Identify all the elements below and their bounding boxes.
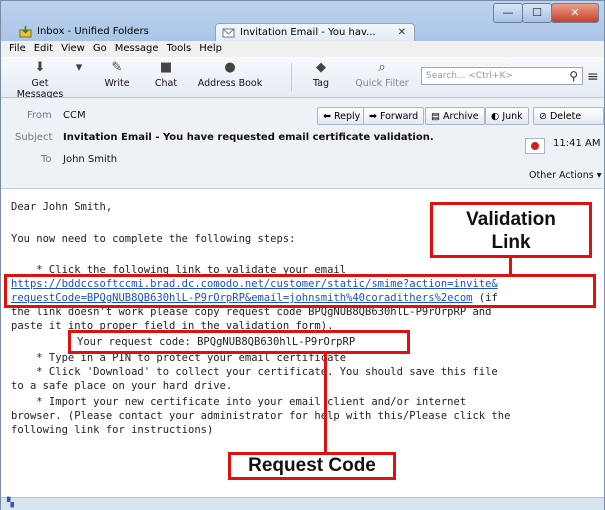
request-code-connector-line [324,352,327,454]
activity-icon: ▚ [7,498,14,508]
forward-button[interactable]: ➡ Forward [363,107,425,125]
step-import-text: * Import your new certificate into your … [11,396,467,408]
search-input[interactable]: Search... <Ctrl+K> ⚲ [421,67,583,85]
request-code-highlight [68,330,410,354]
chevron-down-icon: ▾ [596,170,602,181]
unread-dot-icon [531,142,539,150]
download-icon: ⬇ [34,60,46,75]
greeting-text: Dear John Smith, [11,201,113,213]
search-placeholder: Search... <Ctrl+K> [426,71,513,81]
tab-inbox-label: Inbox - Unified Folders [37,26,149,37]
menu-go[interactable]: Go [93,43,107,54]
tab-invitation-email[interactable]: Invitation Email - You hav... ✕ [215,23,415,41]
quick-filter-button[interactable]: ⌕ Quick Filter [351,60,413,90]
pencil-icon: ✎ [111,60,123,75]
search-icon: ⚲ [569,69,578,83]
quick-filter-label: Quick Filter [355,78,409,89]
message-time: 11:41 AM [553,138,601,149]
other-actions-label: Other Actions [529,170,594,181]
address-book-button[interactable]: ● Address Book [191,60,269,90]
contact-icon: ● [224,60,236,75]
subject-label: Subject [15,132,53,143]
inbox-icon [19,26,32,38]
chat-icon: ■ [159,60,173,75]
tab-inbox[interactable]: Inbox - Unified Folders [13,23,213,41]
reply-label: Reply [333,111,361,122]
to-label: To [41,154,52,165]
chat-label: Chat [154,78,178,89]
to-value[interactable]: John Smith [63,154,117,165]
from-label: From [27,110,52,121]
archive-label: Archive [443,111,479,122]
star-button[interactable] [525,138,545,154]
delete-label: Delete [549,111,582,122]
request-code-callout: Request Code [228,452,396,480]
from-value[interactable]: CCM [63,110,86,121]
menu-message[interactable]: Message [115,43,159,54]
step-download-text-2: to a safe place on your hard drive. [11,380,233,392]
menu-view[interactable]: View [61,43,85,54]
validation-callout-line-1: Validation [466,209,556,230]
menu-file[interactable]: File [9,43,26,54]
menu-edit[interactable]: Edit [34,43,53,54]
toolbar: ⬇ Get Messages ▾ ✎ Write ■ Chat ● Address Bo… [1,57,604,101]
reply-icon: ⬅ [323,111,334,122]
menu-tools[interactable]: Tools [167,43,192,54]
envelope-icon [222,28,235,38]
delete-button[interactable]: ⊘ Delete [533,107,604,125]
validation-callout-line-2: Link [491,232,531,253]
other-actions-button[interactable]: Other Actions ▾ [529,170,602,181]
validation-link-callout: Validation Link [430,202,592,258]
menu-help[interactable]: Help [199,43,222,54]
step-import-text-2: browser. (Please contact your administra… [11,410,511,422]
step-download-text: * Click 'Download' to collect your certi… [11,366,498,378]
validation-connector-line [509,258,512,276]
validation-link-highlight [4,274,596,308]
get-messages-label: Get Messages [16,78,64,100]
close-window-button[interactable]: ✕ [551,3,599,23]
tag-label: Tag [312,78,330,89]
delete-icon: ⊘ [539,111,550,122]
message-header: From CCM Subject Invitation Email - You … [1,98,604,189]
app-menu-icon[interactable]: ≡ [587,69,599,85]
tag-button[interactable]: ◆ Tag [301,60,341,90]
forward-label: Forward [379,111,419,122]
write-button[interactable]: ✎ Write [93,60,141,90]
write-label: Write [104,78,130,89]
title-bar: — ☐ ✕ Inbox - Unified Folders Invitation… [1,1,604,41]
tag-icon: ◆ [316,60,326,75]
maximize-button[interactable]: ☐ [522,3,552,23]
get-messages-dropdown[interactable]: ▾ [73,61,85,78]
address-book-label: Address Book [197,78,263,89]
get-messages-button[interactable]: ⬇ Get Messages [7,60,73,101]
subject-value: Invitation Email - You have requested em… [63,132,434,143]
junk-label: Junk [502,111,523,122]
tab-invitation-label: Invitation Email - You hav... [240,27,376,38]
toolbar-separator [291,63,292,91]
tab-close-icon[interactable]: ✕ [398,24,406,42]
archive-button[interactable]: ▤ Archive [425,107,485,125]
status-bar: ▚ [1,497,604,510]
step-import-text-3: following link for instructions) [11,424,214,436]
reply-button[interactable]: ⬅ Reply [317,107,367,125]
filter-icon: ⌕ [378,60,386,75]
archive-icon: ▤ [431,111,443,122]
junk-button[interactable]: ◐ Junk [485,107,529,125]
forward-icon: ➡ [369,111,380,122]
minimize-button[interactable]: — [493,3,523,23]
intro-text: You now need to complete the following s… [11,233,296,245]
menu-bar: File Edit View Go Message Tools Help [1,41,604,57]
chat-button[interactable]: ■ Chat [141,60,191,90]
chevron-down-icon: ▾ [75,60,83,75]
junk-icon: ◐ [491,111,503,122]
